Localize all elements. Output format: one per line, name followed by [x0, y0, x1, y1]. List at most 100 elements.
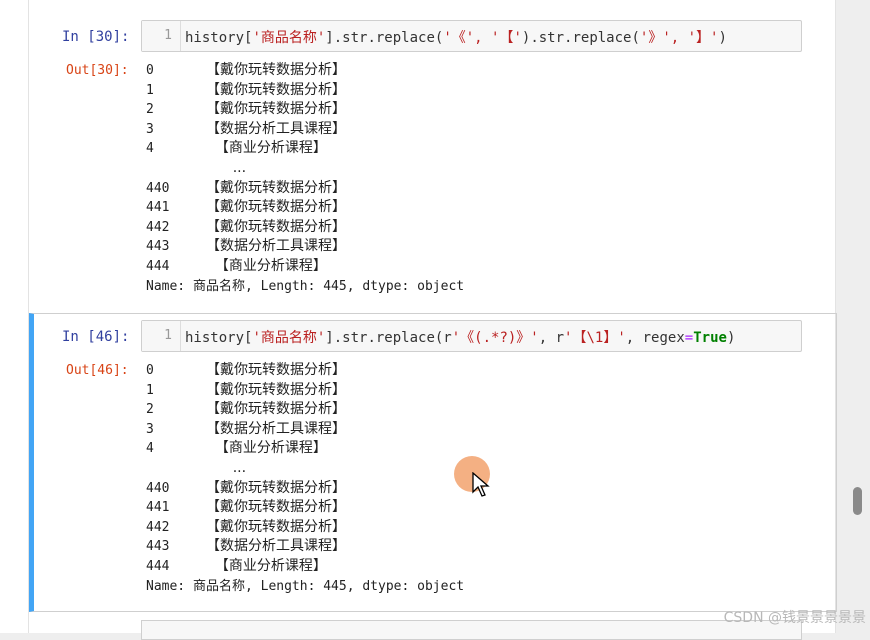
row-index: 443 [146, 239, 170, 255]
row-value: 【戴你玩转数据分析】 [206, 101, 346, 118]
row-value: 【戴你玩转数据分析】 [206, 381, 346, 398]
code-input[interactable]: 1 history['商品名称'].str.replace(r'《(.*?)》'… [141, 320, 802, 352]
row-value: 【戴你玩转数据分析】 [206, 62, 346, 78]
output-row: 444 【商业分析课程】 [146, 557, 464, 577]
code-keyword: True [693, 330, 727, 346]
code-string: '》', '】' [639, 30, 719, 46]
code-string: '商品名称' [252, 330, 326, 346]
row-value: 【戴你玩转数据分析】 [206, 479, 346, 496]
output-row: 0 【戴你玩转数据分析】 [146, 61, 464, 81]
row-value: 【戴你玩转数据分析】 [206, 518, 346, 535]
notebook-container: In [30]: 1 history['商品名称'].str.replace('… [0, 0, 837, 640]
code-operator: = [684, 330, 694, 346]
line-number: 1 [164, 28, 172, 43]
row-value: 【戴你玩转数据分析】 [206, 199, 346, 216]
output-row: ... [146, 459, 464, 479]
output-row: 441 【戴你玩转数据分析】 [146, 198, 464, 218]
code-token: history[ [185, 330, 253, 346]
row-index: 3 [146, 121, 154, 137]
code-input[interactable]: 1 history['商品名称'].str.replace('《', '【').… [141, 20, 802, 52]
output-row: 442 【戴你玩转数据分析】 [146, 218, 464, 238]
row-index: 444 [146, 258, 170, 274]
row-value: 【商业分析课程】 [206, 257, 327, 274]
output-row: 443 【数据分析工具课程】 [146, 537, 464, 557]
row-index: 3 [146, 421, 154, 437]
row-index: 442 [146, 219, 170, 235]
row-index: 2 [146, 402, 154, 418]
row-index: 440 [146, 480, 170, 496]
code-string: '【\1】' [564, 330, 626, 346]
code-string: '商品名称' [252, 30, 326, 46]
line-gutter: 1 [142, 321, 181, 351]
scrollbar-thumb[interactable] [853, 487, 862, 515]
code-text[interactable]: history['商品名称'].str.replace(r'《(.*?)》', … [185, 327, 735, 347]
row-index: 444 [146, 558, 170, 574]
row-index: 2 [146, 102, 154, 118]
row-value: 【商业分析课程】 [206, 440, 327, 457]
line-number: 1 [164, 328, 172, 343]
code-token: ].str.replace(r [325, 330, 452, 346]
output-row: ... [146, 159, 464, 179]
output-row: 2 【戴你玩转数据分析】 [146, 100, 464, 120]
code-string: '《', '【' [443, 30, 522, 46]
output-prompt: Out[46]: [66, 363, 129, 378]
row-value: 【商业分析课程】 [206, 557, 327, 574]
series-footer: Name: 商品名称, Length: 445, dtype: object [146, 578, 465, 594]
output-row: 440 【戴你玩转数据分析】 [146, 179, 464, 199]
output-row: 1 【戴你玩转数据分析】 [146, 381, 464, 401]
row-value: 【戴你玩转数据分析】 [206, 218, 346, 235]
row-value: 【戴你玩转数据分析】 [206, 179, 346, 196]
row-value: 【数据分析工具课程】 [206, 238, 346, 255]
row-value: ... [206, 459, 247, 476]
code-token: ) [726, 330, 736, 346]
code-token: ].str.replace( [325, 30, 444, 46]
row-index: 1 [146, 82, 154, 98]
code-token: , regex [625, 330, 685, 346]
code-string: '《(.*?)》' [451, 330, 539, 346]
output-row: 3 【数据分析工具课程】 [146, 420, 464, 440]
output-row: 442 【戴你玩转数据分析】 [146, 518, 464, 538]
next-code-input[interactable] [141, 620, 802, 640]
watermark: CSDN @钱景景景景景 [723, 610, 866, 626]
line-gutter: 1 [142, 21, 181, 51]
row-value: 【商业分析课程】 [206, 140, 327, 157]
series-footer: Name: 商品名称, Length: 445, dtype: object [146, 278, 465, 294]
row-index: 0 [146, 363, 154, 378]
row-index: 4 [146, 441, 154, 457]
output-area: 0 【戴你玩转数据分析】 1 【戴你玩转数据分析】 2 【戴你玩转数据分析】 3 【数据分析工… [146, 61, 464, 296]
output-row: 440 【戴你玩转数据分析】 [146, 479, 464, 499]
code-token: history[ [185, 30, 253, 46]
scrollbar-track[interactable] [850, 0, 868, 633]
output-row: 1 【戴你玩转数据分析】 [146, 81, 464, 101]
row-index: 4 [146, 141, 154, 157]
output-row: 3 【数据分析工具课程】 [146, 120, 464, 140]
code-token: , r [538, 330, 565, 346]
output-row: 4 【商业分析课程】 [146, 139, 464, 159]
row-index: 0 [146, 63, 154, 78]
output-row: 444 【商业分析课程】 [146, 257, 464, 277]
row-index: 441 [146, 200, 170, 216]
output-row: 4 【商业分析课程】 [146, 439, 464, 459]
row-index: 440 [146, 180, 170, 196]
output-row: 443 【数据分析工具课程】 [146, 237, 464, 257]
code-token: ) [718, 30, 727, 46]
row-index: 442 [146, 519, 170, 535]
output-row: 441 【戴你玩转数据分析】 [146, 498, 464, 518]
output-row: 2 【戴你玩转数据分析】 [146, 400, 464, 420]
code-text[interactable]: history['商品名称'].str.replace('《', '【').st… [185, 27, 727, 47]
row-value: 【戴你玩转数据分析】 [206, 401, 346, 418]
mouse-cursor-icon [472, 472, 490, 497]
code-token: ).str.replace( [521, 30, 640, 46]
row-index: 1 [146, 382, 154, 398]
output-prompt: Out[30]: [66, 63, 129, 78]
row-value: 【数据分析工具课程】 [206, 120, 346, 137]
row-value: 【戴你玩转数据分析】 [206, 499, 346, 516]
row-index: 443 [146, 539, 170, 555]
output-area: 0 【戴你玩转数据分析】 1 【戴你玩转数据分析】 2 【戴你玩转数据分析】 3 【数据分析工… [146, 361, 464, 596]
row-index: 441 [146, 500, 170, 516]
row-value: 【数据分析工具课程】 [206, 420, 346, 437]
row-value: 【数据分析工具课程】 [206, 538, 346, 555]
row-value: 【戴你玩转数据分析】 [206, 81, 346, 98]
row-value: ... [206, 159, 247, 176]
output-row: 0 【戴你玩转数据分析】 [146, 361, 464, 381]
